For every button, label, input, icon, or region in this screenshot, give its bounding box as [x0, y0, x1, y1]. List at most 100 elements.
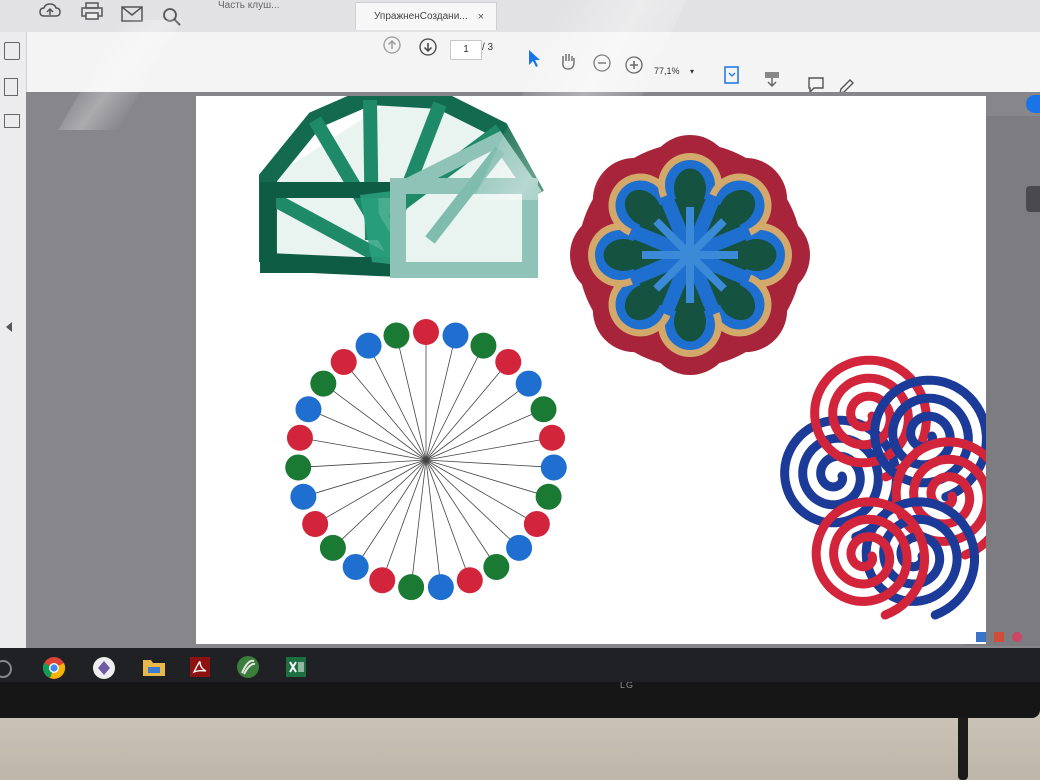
wheel-spoke: [425, 459, 469, 577]
page-artwork: [259, 86, 1009, 620]
wheel-dot: [523, 511, 550, 537]
wheel-dot: [427, 574, 454, 601]
wheel-spoke: [303, 438, 427, 461]
hand-icon[interactable]: [556, 50, 580, 72]
page-number-input[interactable]: 1: [450, 40, 482, 60]
tray-volume-icon[interactable]: [1012, 632, 1022, 642]
wheel-dot: [535, 483, 562, 510]
dot-wheel-figure: [285, 319, 567, 601]
cortana-icon[interactable]: [0, 660, 12, 678]
taskbar-app[interactable]: [228, 652, 268, 682]
wheel-dot: [319, 534, 346, 561]
page-total: / 3: [482, 42, 494, 53]
thumbnail-icon[interactable]: [4, 42, 20, 60]
page-down-icon[interactable]: [416, 36, 440, 58]
wheel-spoke: [425, 459, 550, 468]
wheel-dot: [456, 567, 483, 594]
wheel-spoke: [345, 364, 427, 461]
zoom-out-icon[interactable]: [590, 52, 614, 74]
download-icon[interactable]: [760, 68, 784, 90]
left-rail: [0, 32, 27, 652]
attachment-icon[interactable]: [4, 114, 20, 128]
search-icon[interactable]: [160, 6, 184, 28]
share-button[interactable]: [1026, 95, 1040, 113]
wheel-dot: [286, 424, 313, 451]
taskbar-acrobat[interactable]: [180, 652, 220, 682]
cloud-upload-icon[interactable]: [38, 0, 62, 22]
wheel-dot: [470, 332, 497, 359]
pdf-toolbar: [0, 32, 1040, 94]
acrobat-icon: [190, 657, 210, 677]
screen: Часть клуш... УпражненСоздани... × 1 / 3…: [0, 0, 1040, 682]
tab-bar: Часть клуш... УпражненСоздани... ×: [0, 0, 1040, 32]
zoom-value: 77,1%: [654, 66, 680, 76]
taskbar-excel[interactable]: [276, 652, 316, 682]
wheel-spoke: [383, 459, 427, 577]
wheel-dot: [295, 396, 322, 423]
wheel-spoke: [425, 438, 549, 461]
excel-icon: [286, 657, 306, 677]
wheel-dot: [483, 553, 510, 580]
chrome-icon: [42, 657, 66, 679]
wheel-dot: [442, 322, 469, 349]
pdf-page: [196, 86, 1009, 644]
wheel-spoke: [307, 459, 427, 496]
spiral-red-bottom: [811, 497, 929, 620]
tab-active-label: УпражненСоздани...: [374, 11, 468, 22]
wheel-spoke: [369, 349, 427, 461]
side-panel-toggle[interactable]: [1026, 186, 1040, 212]
wheel-spoke: [335, 459, 427, 546]
zoom-select[interactable]: 77,1% ▾: [654, 62, 710, 80]
spiral-figure: [780, 355, 1009, 620]
taskbar-explorer[interactable]: [134, 652, 174, 682]
wheel-spoke: [318, 459, 427, 523]
wheel-spoke: [425, 459, 545, 496]
wheel-dot: [495, 348, 522, 375]
media-player-icon: [93, 657, 115, 679]
wheel-spoke: [425, 364, 507, 461]
print-icon[interactable]: [80, 0, 104, 22]
wheel-dot: [530, 396, 557, 423]
taskbar-media[interactable]: [84, 652, 124, 682]
close-icon[interactable]: ×: [478, 11, 484, 23]
wheel-dot: [539, 424, 566, 451]
collapse-panel-icon[interactable]: [6, 322, 12, 332]
wheel-spoke: [302, 459, 427, 468]
bookmark-icon[interactable]: [4, 78, 18, 96]
wheel-spoke: [425, 459, 534, 523]
mail-icon[interactable]: [120, 3, 144, 25]
spiral-navy-top-right: [870, 375, 991, 502]
wheel-dot: [383, 322, 410, 349]
wheel-dot: [398, 574, 425, 601]
folder-icon: [143, 660, 165, 676]
wheel-dot: [355, 332, 382, 359]
wheel-dot: [369, 567, 396, 594]
wheel-spoke: [311, 410, 427, 461]
cursor-icon[interactable]: [522, 48, 546, 70]
page-up-icon[interactable]: [380, 34, 404, 56]
wheel-dot: [413, 319, 439, 345]
wheel-spoke: [425, 410, 541, 461]
wheel-spoke: [425, 459, 517, 546]
wheel-dot: [302, 511, 329, 537]
chevron-down-icon: ▾: [690, 67, 695, 76]
wheel-spoke: [425, 349, 483, 461]
wheel-dot: [540, 454, 567, 481]
wheel-dot: [285, 454, 312, 481]
wheel-dot: [515, 370, 542, 397]
wheel-dot: [506, 534, 533, 561]
wheel-dot: [342, 553, 369, 580]
wheel-dot: [330, 348, 357, 375]
fit-page-icon[interactable]: [720, 64, 744, 86]
wheel-dot: [290, 483, 317, 510]
zoom-in-icon[interactable]: [622, 54, 646, 76]
mandala-figure: [570, 135, 810, 375]
wheel-dot: [310, 370, 337, 397]
tab-active[interactable]: УпражненСоздани... ×: [355, 2, 497, 30]
app-icon: [237, 656, 259, 678]
green-truss-figure: [259, 86, 544, 278]
tray-app-icon[interactable]: [994, 632, 1004, 642]
tab-inactive[interactable]: Часть клуш...: [218, 0, 338, 14]
tray-network-icon[interactable]: [976, 632, 986, 642]
taskbar-chrome[interactable]: [34, 652, 74, 682]
